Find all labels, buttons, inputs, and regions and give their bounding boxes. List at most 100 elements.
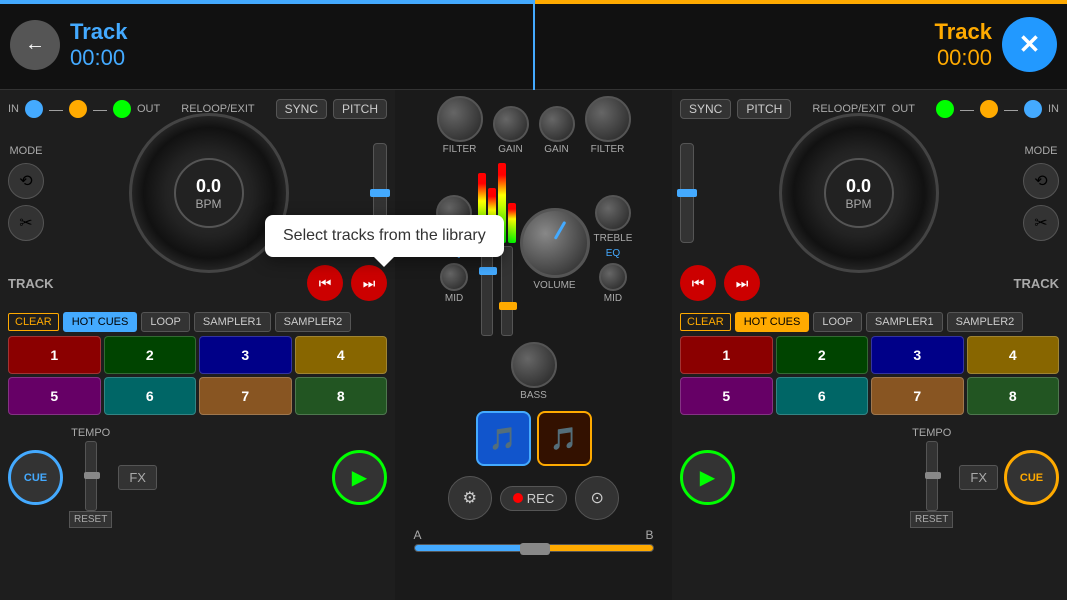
out-dot-right[interactable] [980,100,998,118]
bass-knob[interactable] [511,342,557,388]
next-track-right[interactable]: ⏭ [724,265,760,301]
pitch-slider-right[interactable] [680,133,694,253]
mode-label-right: MODE [1025,145,1058,157]
crossfader[interactable] [414,544,654,552]
clear-button-right[interactable]: CLEAR [680,313,731,331]
hotcues-tab-left[interactable]: HOT CUES [63,312,138,332]
mode-btn1-right[interactable]: ⟲ [1023,163,1059,199]
library-buttons: 🎵 🎵 [476,405,592,472]
loop-tab-left[interactable]: LOOP [141,312,190,332]
cue-cell-4-right[interactable]: 4 [967,336,1060,374]
pitch-button-left[interactable]: PITCH [333,99,387,119]
volume-knob[interactable] [520,208,590,278]
sampler1-tab-left[interactable]: SAMPLER1 [194,312,271,332]
filter-right-knob[interactable] [585,96,631,142]
back-button[interactable]: ← [10,20,60,70]
mixer-bottom: ⚙ REC ⊙ [448,472,619,524]
mode-label-left: MODE [10,145,43,157]
cue-cell-1-right[interactable]: 1 [680,336,773,374]
cue-cell-8-left[interactable]: 8 [295,377,388,415]
cue-big-button-left[interactable]: CUE [8,450,63,505]
cue-cell-8-right[interactable]: 8 [967,377,1060,415]
reset-button-right[interactable]: RESET [910,511,953,528]
prev-track-left[interactable]: ⏮ [307,265,343,301]
music-add-icon-left: 🎵 [489,426,516,452]
crossfader-area: A B [400,524,667,556]
treble-right-knob[interactable] [595,195,631,231]
library-btn-left[interactable]: 🎵 [476,411,531,466]
headphone-button[interactable]: ⊙ [575,476,619,520]
deck-left: IN — — OUT RELOOP/EXIT SYNC PITCH MODE ⟲… [0,90,395,600]
loop-tab-right[interactable]: LOOP [813,312,862,332]
sync-button-right[interactable]: SYNC [680,99,731,119]
cue-cell-4-left[interactable]: 4 [295,336,388,374]
sampler2-tab-right[interactable]: SAMPLER2 [947,312,1024,332]
in-label-right: IN [1048,103,1059,115]
filter-left-label: FILTER [443,144,477,155]
in-dot-right[interactable] [1024,100,1042,118]
filter-left-knob[interactable] [437,96,483,142]
cue-cell-7-left[interactable]: 7 [199,377,292,415]
mode-btn1-left[interactable]: ⟲ [8,163,44,199]
bpm-label-left: BPM [195,197,221,211]
cue-cell-3-right[interactable]: 3 [871,336,964,374]
cue-cell-6-right[interactable]: 6 [776,377,869,415]
clear-button-left[interactable]: CLEAR [8,313,59,331]
close-button[interactable]: ✕ [1002,17,1057,72]
center-divider [533,0,535,90]
mode-btn2-right[interactable]: ✂ [1023,205,1059,241]
rec-button[interactable]: REC [500,486,567,511]
mid-right-label: MID [604,293,622,304]
next-track-left[interactable]: ⏭ [351,265,387,301]
mid-right-knob[interactable] [599,263,627,291]
cue-cell-2-left[interactable]: 2 [104,336,197,374]
fx-button-left[interactable]: FX [118,465,157,490]
turntable-right[interactable]: 0.0 BPM [779,113,939,273]
in-dot-left[interactable] [25,100,43,118]
gain-right-knob[interactable] [539,106,575,142]
rec-dot [513,493,523,503]
green-dot-right[interactable] [936,100,954,118]
cue-cell-1-left[interactable]: 1 [8,336,101,374]
sampler2-tab-left[interactable]: SAMPLER2 [275,312,352,332]
cue-cell-6-left[interactable]: 6 [104,377,197,415]
filter-left-col: FILTER [437,96,483,155]
tempo-slider-left[interactable] [85,441,97,511]
out-label-right: OUT [892,103,915,115]
cue-cell-7-right[interactable]: 7 [871,377,964,415]
bass-label: BASS [520,390,547,401]
bottom-row-left: CUE TEMPO RESET FX ▶ [0,423,395,532]
reset-button-left[interactable]: RESET [69,511,112,528]
mixer-ctrl-eq[interactable]: ⚙ [448,476,492,520]
fx-button-right[interactable]: FX [959,465,998,490]
pitch-button-right[interactable]: PITCH [737,99,791,119]
gain-left-label: GAIN [498,144,522,155]
gain-left-knob[interactable] [493,106,529,142]
back-icon: ← [25,33,45,56]
library-btn-right[interactable]: 🎵 [537,411,592,466]
mode-btn2-left[interactable]: ✂ [8,205,44,241]
sync-button-left[interactable]: SYNC [276,99,327,119]
tempo-slider-right[interactable] [926,441,938,511]
play-button-right[interactable]: ▶ [680,450,735,505]
filter-right-col: FILTER [585,96,631,155]
sampler1-tab-right[interactable]: SAMPLER1 [866,312,943,332]
filter-right-label: FILTER [591,144,625,155]
mid-left-knob[interactable] [440,263,468,291]
cue-cell-5-right[interactable]: 5 [680,377,773,415]
tempo-label-right: TEMPO [912,427,951,439]
channel-fader-right[interactable] [501,246,513,336]
cue-cell-3-left[interactable]: 3 [199,336,292,374]
cue-cell-2-right[interactable]: 2 [776,336,869,374]
prev-track-right[interactable]: ⏮ [680,265,716,301]
track-label-right: Track [935,19,993,45]
cue-cell-5-left[interactable]: 5 [8,377,101,415]
channel-fader-left[interactable] [481,246,493,336]
cue-big-button-right[interactable]: CUE [1004,450,1059,505]
hotcues-tab-right[interactable]: HOT CUES [735,312,810,332]
out-dot-left[interactable] [69,100,87,118]
cue-grid2-right: 5 6 7 8 [680,377,1059,415]
green-dot-left[interactable] [113,100,131,118]
rec-label: REC [527,491,554,506]
play-button-left[interactable]: ▶ [332,450,387,505]
